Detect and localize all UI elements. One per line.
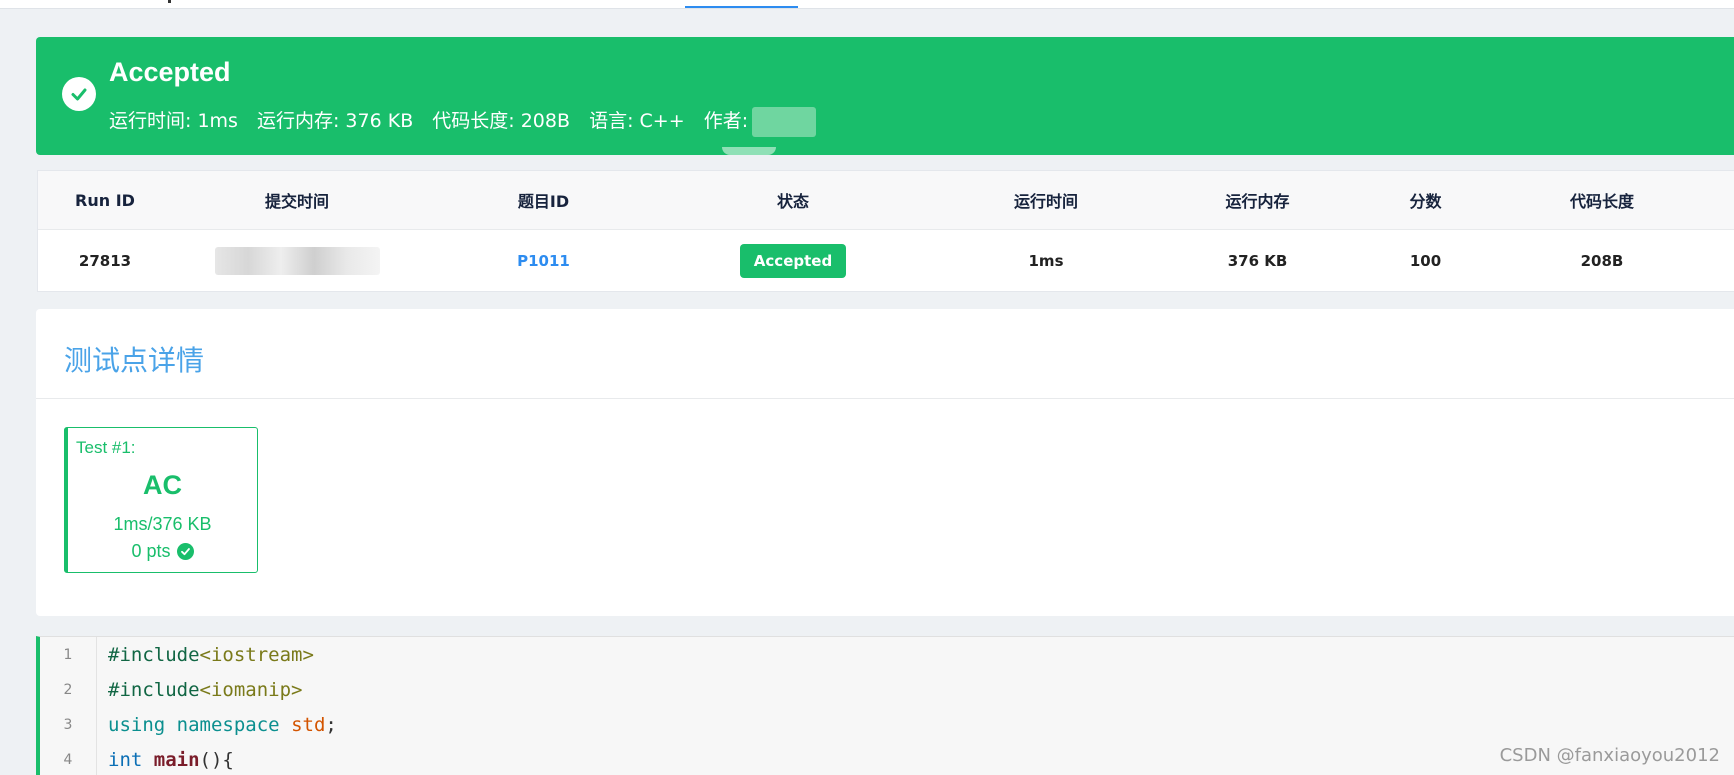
test-case-box[interactable]: Test #1: AC 1ms/376 KB 0 pts <box>64 427 258 573</box>
table-header-row: Run ID 提交时间 题目ID 状态 运行时间 运行内存 分数 代码长度 <box>38 171 1734 230</box>
check-circle-icon <box>176 543 194 560</box>
test-case-score: 0 pts <box>131 541 171 561</box>
source-code-block[interactable]: 1 #include<iostream> 2 #include<iomanip>… <box>36 636 1734 775</box>
author-blurred[interactable] <box>752 106 817 137</box>
result-title: Accepted <box>109 57 231 87</box>
meta-author-label: 作者: <box>703 110 749 132</box>
meta-code-length: 代码长度: 208B <box>432 110 571 132</box>
table-row: 27813 P1011 Accepted 1ms 376 KB 100 208B <box>38 230 1734 291</box>
code-text: int main(){ <box>108 748 234 771</box>
line-number: 4 <box>63 751 73 768</box>
cell-problem-id: P1011 <box>422 230 665 291</box>
test-case-result: AC <box>143 470 182 500</box>
result-banner: Accepted 运行时间: 1ms 运行内存: 376 KB 代码长度: 20… <box>36 37 1734 155</box>
cell-status: Accepted <box>665 230 921 291</box>
test-details-title: 测试点详情 <box>64 344 205 377</box>
check-circle-icon <box>62 77 96 111</box>
code-line: 2 #include<iomanip> <box>40 672 303 707</box>
cell-score: 100 <box>1409 251 1442 270</box>
code-line: 4 int main(){ <box>40 742 234 775</box>
cell-run-id: 27813 <box>78 251 132 270</box>
header-memory: 运行内存 <box>1225 192 1290 211</box>
status-badge: Accepted <box>739 243 847 278</box>
top-navbar <box>0 0 1734 9</box>
test-details-card: 测试点详情 Test #1: AC 1ms/376 KB 0 pts <box>36 309 1734 616</box>
cell-memory: 376 KB <box>1227 251 1288 270</box>
line-number: 2 <box>63 681 73 698</box>
submit-time-blurred <box>214 246 380 275</box>
code-text: #include<iostream> <box>108 643 314 666</box>
header-status: 状态 <box>776 192 809 211</box>
header-run-id: Run ID <box>75 190 135 210</box>
header-submit-time: 提交时间 <box>264 192 329 211</box>
code-text: #include<iomanip> <box>108 678 303 701</box>
code-line: 3 using namespace std; <box>40 707 337 742</box>
test-case-label: Test #1: <box>76 438 136 457</box>
test-case-usage: 1ms/376 KB <box>113 514 212 534</box>
line-number: 3 <box>63 716 73 733</box>
code-text: using namespace std; <box>108 713 337 736</box>
result-meta: 运行时间: 1ms 运行内存: 376 KB 代码长度: 208B 语言: C+… <box>109 106 829 137</box>
meta-run-time: 运行时间: 1ms <box>109 110 238 132</box>
cell-submit-time <box>172 230 422 291</box>
problem-link[interactable]: P1011 <box>517 252 570 270</box>
active-tab-indicator <box>685 6 798 8</box>
card-divider <box>36 398 1734 399</box>
line-number: 1 <box>63 646 73 663</box>
banner-tab-stub <box>722 147 776 155</box>
submission-table: Run ID 提交时间 题目ID 状态 运行时间 运行内存 分数 代码长度 27… <box>37 170 1734 292</box>
header-score: 分数 <box>1409 192 1442 211</box>
header-run-time: 运行时间 <box>1013 192 1078 211</box>
test-case-score-row: 0 pts <box>68 541 257 562</box>
meta-language: 语言: C++ <box>589 110 685 132</box>
meta-memory: 运行内存: 376 KB <box>256 110 414 132</box>
header-problem-id: 题目ID <box>517 192 570 211</box>
watermark-text: CSDN @fanxiaoyou2012 <box>1499 745 1720 766</box>
header-code-length: 代码长度 <box>1569 192 1634 211</box>
nav-edge-mark <box>168 0 171 3</box>
cell-run-time: 1ms <box>1028 251 1064 270</box>
cell-code-length: 208B <box>1580 251 1624 270</box>
code-line: 1 #include<iostream> <box>40 637 314 672</box>
